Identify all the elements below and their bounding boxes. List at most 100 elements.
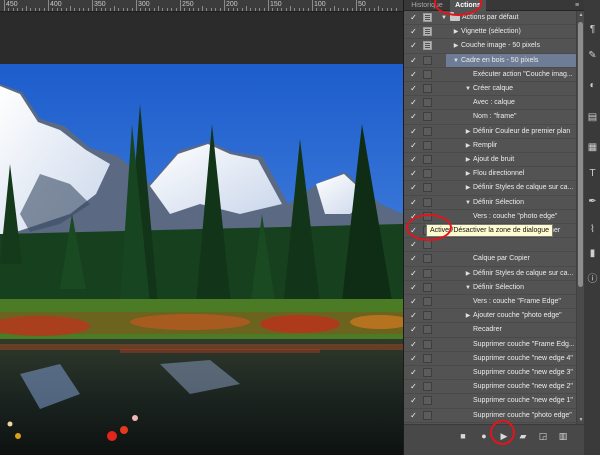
toggle-item-checkmark-icon[interactable]: ✓ — [409, 84, 418, 94]
toggle-item-checkmark-icon[interactable]: ✓ — [409, 56, 418, 66]
new-action-icon[interactable]: ◲ — [537, 430, 549, 442]
toggle-dialog-icon[interactable] — [423, 84, 432, 93]
action-row[interactable]: ✓ ▼ Définir Sélection — [404, 196, 576, 210]
toggle-item-checkmark-icon[interactable]: ✓ — [409, 240, 418, 250]
toggle-item-checkmark-icon[interactable]: ✓ — [409, 13, 418, 23]
toggle-item-checkmark-icon[interactable]: ✓ — [409, 269, 418, 279]
disclosure-arrow-collapsed-icon[interactable]: ▶ — [464, 140, 472, 152]
toggle-dialog-icon[interactable] — [423, 240, 432, 250]
toggle-item-checkmark-icon[interactable]: ✓ — [409, 325, 418, 335]
action-row[interactable]: ✓ Supprimer couche "photo edge" — [404, 409, 576, 423]
actions-scrollbar[interactable]: ▲ ▼ — [576, 11, 584, 424]
action-row[interactable]: ✓ Supprimer couche "Frame Edg... — [404, 338, 576, 352]
disclosure-arrow-expanded-icon[interactable]: ▼ — [464, 282, 472, 294]
path-icon[interactable]: ⌇ — [587, 224, 598, 235]
action-row[interactable]: ✓ Avec : calque — [404, 96, 576, 111]
toggle-dialog-icon[interactable] — [423, 382, 432, 392]
action-row[interactable]: ✓ Nom : "frame" — [404, 110, 576, 125]
adjust-icon[interactable]: ◐ — [587, 80, 598, 91]
action-row[interactable]: ✓ ▶ Flou directionnel — [404, 167, 576, 182]
disclosure-arrow-collapsed-icon[interactable]: ▶ — [464, 154, 472, 166]
toggle-item-checkmark-icon[interactable]: ✓ — [409, 141, 418, 151]
toggle-item-checkmark-icon[interactable]: ✓ — [409, 411, 418, 421]
toggle-item-checkmark-icon[interactable]: ✓ — [409, 41, 418, 51]
action-row[interactable]: ✓ ▶ Définir Styles de calque sur ca... — [404, 181, 576, 196]
toggle-item-checkmark-icon[interactable]: ✓ — [409, 340, 418, 350]
toggle-dialog-icon[interactable] — [423, 27, 432, 37]
type-icon[interactable]: T — [587, 168, 598, 179]
toggle-item-checkmark-icon[interactable]: ✓ — [409, 198, 418, 208]
new-set-folder-icon[interactable]: ▰ — [517, 430, 529, 442]
disclosure-arrow-collapsed-icon[interactable]: ▶ — [464, 168, 472, 180]
action-row[interactable]: ✓ ▶ Définir Couleur de premier plan — [404, 125, 576, 139]
toggle-dialog-icon[interactable] — [423, 155, 432, 164]
action-row[interactable]: ✓ ▼ Cadre en bois - 50 pixels — [404, 53, 576, 68]
action-row[interactable]: ✓ Supprimer couche "new edge 4" — [404, 352, 576, 366]
toggle-dialog-icon[interactable] — [423, 368, 432, 377]
disclosure-arrow-collapsed-icon[interactable]: ▶ — [464, 126, 472, 138]
toggle-dialog-icon[interactable] — [423, 69, 432, 79]
action-row[interactable]: ✓ Calque par Copier — [404, 252, 576, 267]
toggle-item-checkmark-icon[interactable]: ✓ — [409, 70, 418, 80]
disclosure-arrow-collapsed-icon[interactable]: ▶ — [464, 268, 472, 280]
disclosure-arrow-collapsed-icon[interactable]: ▶ — [464, 182, 472, 194]
toggle-item-checkmark-icon[interactable]: ✓ — [409, 382, 418, 392]
toggle-dialog-icon[interactable] — [423, 13, 432, 22]
action-row[interactable]: ✓ Vers : couche "Frame Edge" — [404, 295, 576, 310]
trash-icon[interactable]: ▥ — [557, 430, 569, 442]
disclosure-arrow-expanded-icon[interactable]: ▼ — [464, 83, 472, 95]
toggle-item-checkmark-icon[interactable]: ✓ — [409, 297, 418, 307]
scroll-thumb[interactable] — [578, 22, 583, 287]
record-icon[interactable]: ● — [478, 430, 490, 442]
disclosure-arrow-collapsed-icon[interactable]: ▶ — [464, 310, 472, 322]
toggle-dialog-icon[interactable] — [423, 353, 432, 363]
toggle-dialog-icon[interactable] — [423, 169, 432, 179]
action-row[interactable]: ✓ Recadrer — [404, 323, 576, 338]
toggle-dialog-icon[interactable] — [423, 254, 432, 264]
stop-icon[interactable]: ■ — [457, 430, 469, 442]
action-row[interactable]: ✓ Supprimer couche "new edge 3" — [404, 366, 576, 381]
toggle-dialog-icon[interactable] — [423, 410, 432, 420]
brush-icon[interactable]: ✎ — [587, 50, 598, 61]
toggle-dialog-icon[interactable] — [423, 268, 432, 278]
disclosure-arrow-collapsed-icon[interactable]: ▶ — [452, 40, 460, 52]
histogram-icon[interactable]: ▮ — [587, 248, 598, 259]
toggle-dialog-icon[interactable] — [423, 55, 432, 65]
action-row[interactable]: ✓ ▼ Actions par défaut — [404, 11, 576, 26]
info-icon[interactable]: ⓘ — [587, 274, 598, 285]
action-row[interactable]: ✓ ▼ Créer calque — [404, 82, 576, 97]
toggle-item-checkmark-icon[interactable]: ✓ — [409, 354, 418, 364]
toggle-item-checkmark-icon[interactable]: ✓ — [409, 169, 418, 179]
toggle-dialog-icon[interactable] — [423, 126, 432, 136]
toggle-dialog-icon[interactable] — [423, 112, 432, 122]
toggle-item-checkmark-icon[interactable]: ✓ — [409, 368, 418, 378]
layers-icon[interactable]: ▤ — [587, 112, 598, 123]
disclosure-arrow-collapsed-icon[interactable]: ▶ — [452, 26, 460, 38]
toggle-dialog-icon[interactable] — [423, 396, 432, 406]
toggle-item-checkmark-icon[interactable]: ✓ — [409, 155, 418, 165]
swatches-icon[interactable]: ▦ — [587, 142, 598, 153]
action-row[interactable]: ✓ ▶ Définir Styles de calque sur ca... — [404, 267, 576, 281]
action-row[interactable]: ✓ ▶ Ajout de bruit — [404, 153, 576, 168]
toggle-item-checkmark-icon[interactable]: ✓ — [409, 283, 418, 293]
disclosure-arrow-expanded-icon[interactable]: ▼ — [452, 55, 460, 67]
action-row[interactable]: ✓ ▶ Remplir — [404, 139, 576, 153]
toggle-dialog-icon[interactable] — [423, 339, 432, 349]
toggle-item-checkmark-icon[interactable]: ✓ — [409, 112, 418, 122]
document-canvas[interactable]: 450 400 350 300 250 200 150 100 50 — [0, 0, 403, 455]
paragraph-icon[interactable]: ¶ — [587, 24, 598, 35]
action-row[interactable]: ✓ ▼ Définir Sélection — [404, 281, 576, 295]
toggle-dialog-icon[interactable] — [423, 297, 432, 306]
toggle-dialog-icon[interactable] — [423, 98, 432, 108]
toggle-dialog-icon[interactable] — [423, 325, 432, 335]
toggle-dialog-icon[interactable] — [423, 282, 432, 292]
action-row[interactable]: ✓ ▶ Vignette (sélection) — [404, 25, 576, 40]
action-row[interactable]: ✓ Supprimer couche "new edge 1" — [404, 394, 576, 409]
scroll-down-icon[interactable]: ▼ — [577, 416, 585, 424]
toggle-dialog-icon[interactable] — [423, 197, 432, 207]
action-row[interactable]: ✓ ▶ Couche image - 50 pixels — [404, 39, 576, 54]
toggle-item-checkmark-icon[interactable]: ✓ — [409, 183, 418, 193]
action-row[interactable]: ✓ Supprimer couche "new edge 2" — [404, 380, 576, 395]
toggle-dialog-icon[interactable] — [423, 183, 432, 193]
toggle-item-checkmark-icon[interactable]: ✓ — [409, 254, 418, 264]
